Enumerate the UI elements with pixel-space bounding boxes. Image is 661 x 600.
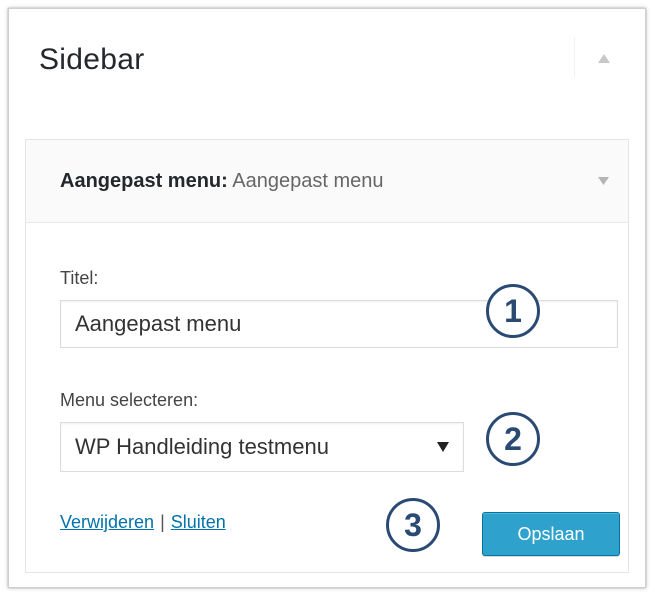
widget-toggle-button[interactable] xyxy=(590,168,616,194)
step-badge-3: 3 xyxy=(386,498,440,552)
menu-select-label: Menu selecteren: xyxy=(60,390,199,410)
widget-actions-links: Verwijderen | Sluiten xyxy=(60,512,226,533)
menu-select-value: WP Handleiding testmenu xyxy=(75,434,329,459)
widget-type-label: Aangepast menu: xyxy=(60,170,228,192)
title-label: Titel: xyxy=(60,268,99,288)
menu-select[interactable]: WP Handleiding testmenu xyxy=(60,422,464,472)
widget-header[interactable]: Aangepast menu: Aangepast menu xyxy=(26,140,628,223)
triangle-down-icon xyxy=(597,177,609,185)
step-badge-1: 1 xyxy=(486,284,540,338)
triangle-up-icon xyxy=(598,53,610,63)
close-link[interactable]: Sluiten xyxy=(171,512,226,532)
sidebar-title: Sidebar xyxy=(39,43,145,76)
dropdown-arrow-icon xyxy=(437,442,449,452)
sidebar-header: Sidebar xyxy=(9,9,645,109)
delete-link[interactable]: Verwijderen xyxy=(60,512,154,532)
widget-title: Aangepast menu: Aangepast menu xyxy=(60,170,384,193)
step-badge-2: 2 xyxy=(486,412,540,466)
widget-instance-title: Aangepast menu xyxy=(232,170,384,192)
sidebar-divider xyxy=(574,37,575,77)
link-separator: | xyxy=(160,512,165,532)
save-button[interactable]: Opslaan xyxy=(482,512,620,556)
custom-menu-widget: Aangepast menu: Aangepast menu Titel: Me… xyxy=(25,139,629,573)
sidebar-collapse-button[interactable] xyxy=(589,43,619,73)
sidebar-panel: Sidebar Aangepast menu: Aangepast menu T… xyxy=(8,8,646,588)
